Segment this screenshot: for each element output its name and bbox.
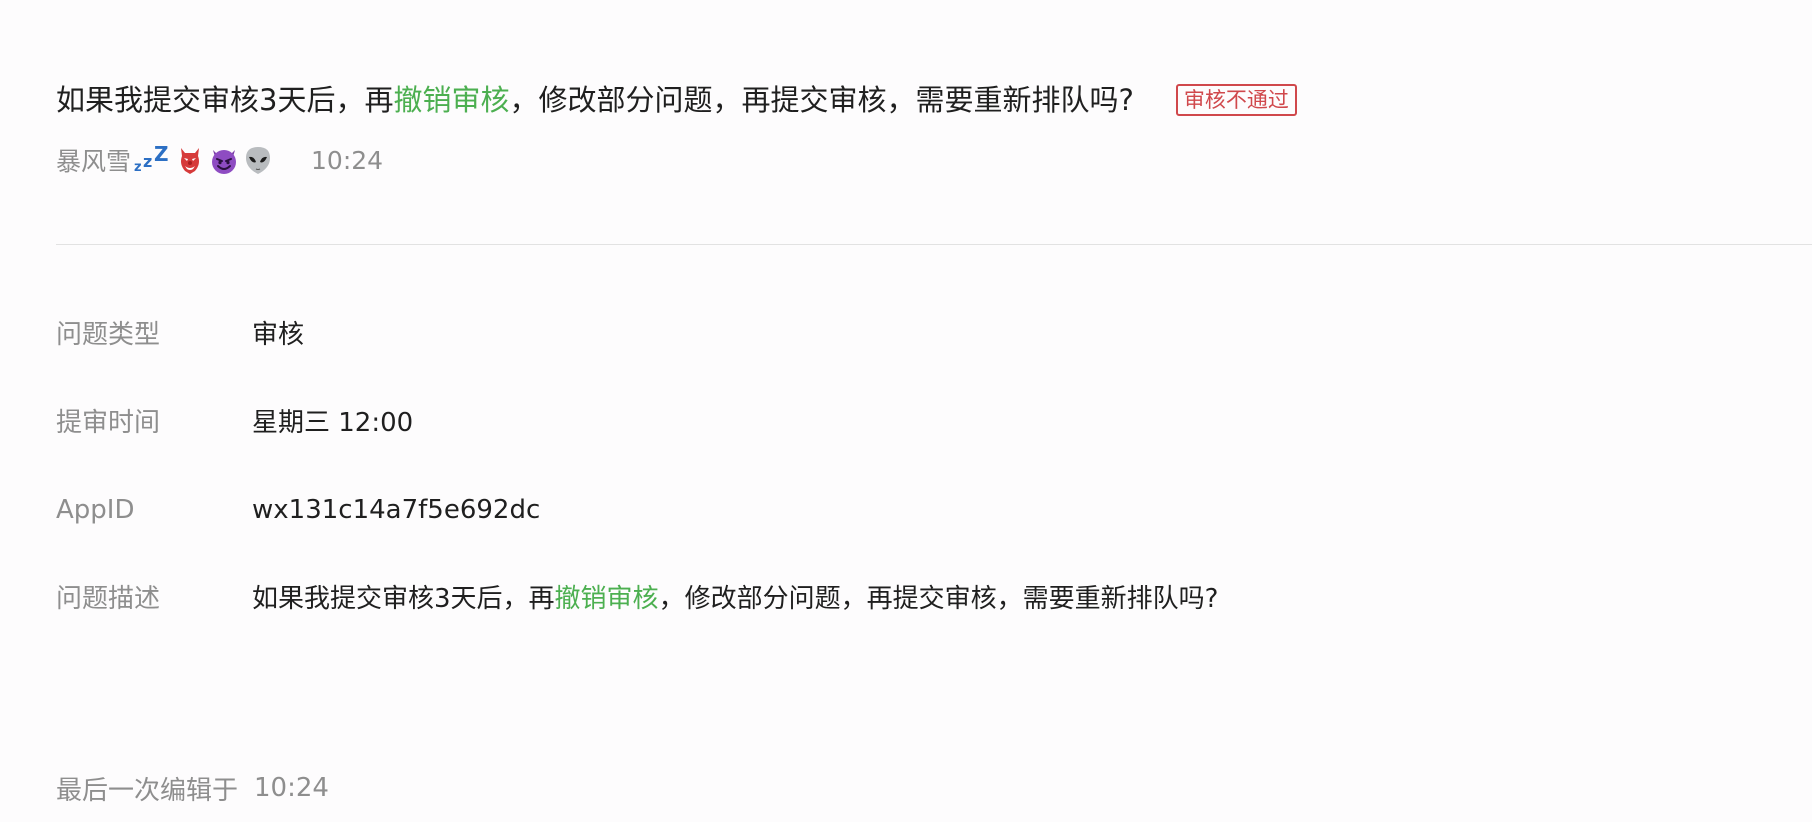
title-text-part2: ，修改部分问题，再提交审核，需要重新排队吗? — [509, 83, 1134, 117]
last-edited-footer: 最后一次编辑于 10:24 — [56, 770, 329, 806]
question-title: 如果我提交审核3天后，再 撤销审核 ，修改部分问题，再提交审核，需要重新排队吗? 审… — [56, 76, 1297, 120]
description-text-part1: 如果我提交审核3天后，再 — [252, 583, 555, 614]
field-value-question-type: 审核 — [252, 319, 305, 350]
field-value-description: 如果我提交审核3天后，再撤销审核，修改部分问题，再提交审核，需要重新排队吗? — [252, 578, 1218, 615]
alien-icon — [246, 147, 271, 174]
field-appid: AppID wx131c14a7f5e692dc — [56, 490, 540, 530]
field-label-question-type: 问题类型 — [56, 319, 161, 350]
field-value-appid: wx131c14a7f5e692dc — [252, 495, 541, 525]
description-text-part2: ，修改部分问题，再提交审核，需要重新排队吗? — [658, 583, 1219, 614]
field-label-submit-time: 提审时间 — [56, 407, 161, 438]
status-badge: 审核不通过 — [1175, 84, 1297, 116]
field-label-appid: AppID — [56, 495, 135, 525]
field-question-type: 问题类型 审核 — [56, 312, 304, 352]
title-text-part1: 如果我提交审核3天后，再 — [56, 83, 394, 117]
field-value-submit-time: 星期三 12:00 — [252, 407, 414, 438]
goblin-icon — [181, 148, 200, 174]
description-highlight-link[interactable]: 撤销审核 — [555, 584, 659, 614]
last-edited-time: 10:24 — [254, 773, 329, 803]
field-submit-time: 提审时间 星期三 12:00 — [56, 400, 413, 440]
title-highlight-link[interactable]: 撤销审核 — [393, 77, 509, 119]
field-description: 问题描述 如果我提交审核3天后，再撤销审核，修改部分问题，再提交审核，需要重新排… — [56, 576, 1218, 616]
author-name[interactable]: 暴风雪 — [56, 142, 131, 178]
divider — [56, 244, 1812, 245]
zzz-icon: zzZ — [134, 142, 169, 175]
last-edited-label: 最后一次编辑于 — [56, 775, 239, 806]
smiling-devil-icon — [212, 150, 237, 174]
question-detail-page: 如果我提交审核3天后，再 撤销审核 ，修改部分问题，再提交审核，需要重新排队吗? 审… — [0, 0, 1812, 822]
post-meta: 暴风雪 zzZ 10:24 — [56, 138, 383, 182]
post-time: 10:24 — [311, 145, 384, 175]
field-label-description: 问题描述 — [56, 583, 161, 614]
author-emoji-group: zzZ — [133, 142, 273, 178]
